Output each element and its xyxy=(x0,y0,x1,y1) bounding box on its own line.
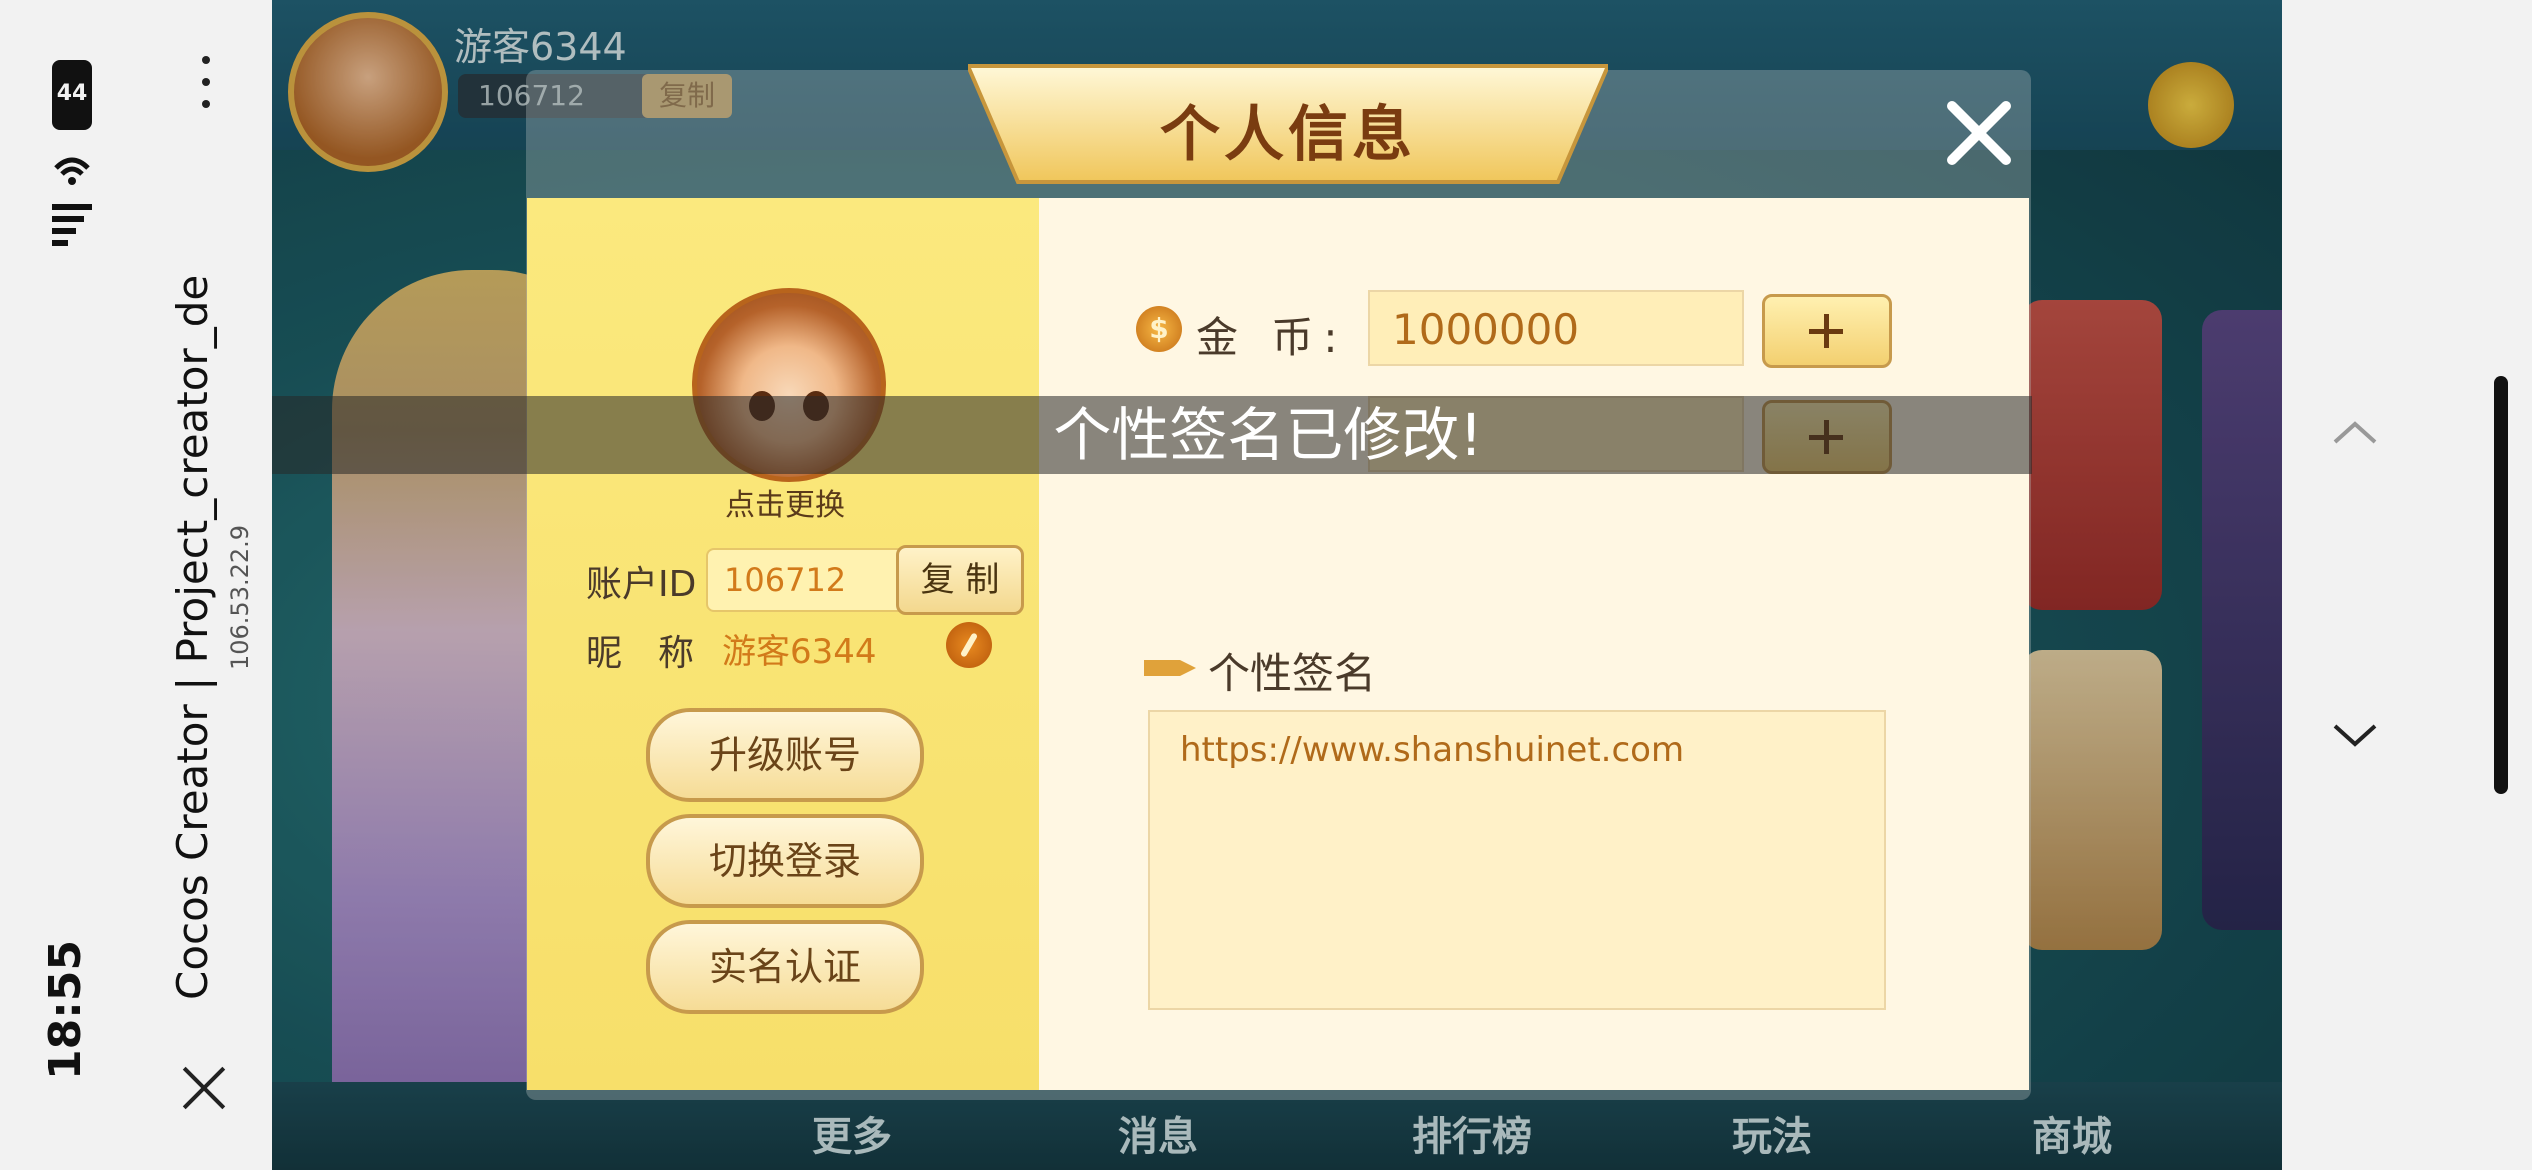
toast-message: 个性签名已修改! xyxy=(1053,401,1483,469)
page-address: 106.53.22.9 xyxy=(226,524,254,670)
page-title: Cocos Creator | Project_creator_de xyxy=(168,274,217,1000)
nickname-label: 昵 称 xyxy=(586,633,695,674)
status-time: 18:55 xyxy=(40,939,91,1080)
cellular-signal-icon xyxy=(52,204,92,246)
signature-input[interactable]: https://www.shanshuinet.com xyxy=(1148,710,1886,1010)
coin-label: 金 币: xyxy=(1196,313,1348,362)
browser-side-bar: 44 Cocos Creator | Project_creator_de 10… xyxy=(0,0,272,1170)
nickname-value: 游客6344 xyxy=(722,632,877,672)
coin-icon: $ xyxy=(1136,306,1182,352)
close-icon[interactable] xyxy=(176,1060,232,1116)
account-id-label: 账户ID xyxy=(586,564,697,605)
add-coins-button[interactable] xyxy=(1762,294,1892,368)
edit-nickname-icon[interactable] xyxy=(946,622,992,668)
chevron-down-icon[interactable] xyxy=(2330,710,2380,760)
change-avatar-hint[interactable]: 点击更换 xyxy=(650,480,920,524)
battery-icon: 44 xyxy=(52,60,92,130)
close-icon[interactable] xyxy=(1944,98,2014,168)
chevron-up-icon[interactable] xyxy=(2330,408,2380,458)
account-id-field: 106712 xyxy=(706,548,912,612)
scrollbar[interactable] xyxy=(2494,376,2508,794)
switch-login-button[interactable]: 切换登录 xyxy=(646,814,924,908)
more-options-icon[interactable] xyxy=(202,56,212,122)
status-icons: 44 xyxy=(52,60,92,252)
copy-id-button[interactable]: 复 制 xyxy=(896,545,1024,615)
coin-balance-field: 1000000 xyxy=(1368,290,1744,366)
signature-label: 个性签名 xyxy=(1208,649,1377,698)
dialog-title: 个人信息 xyxy=(1160,100,1416,170)
real-name-verify-button[interactable]: 实名认证 xyxy=(646,920,924,1014)
signature-pen-icon xyxy=(1144,656,1196,680)
wifi-icon xyxy=(52,148,92,188)
upgrade-account-button[interactable]: 升级账号 xyxy=(646,708,924,802)
